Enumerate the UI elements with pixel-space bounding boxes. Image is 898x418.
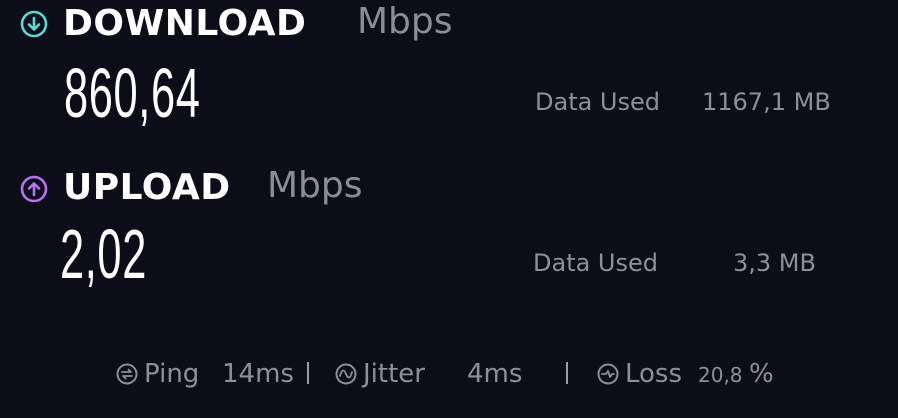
download-arrow-down-circle-icon [20, 10, 48, 38]
download-unit: Mbps [357, 1, 453, 42]
loss-value: 20,8 [698, 363, 743, 387]
separator-jitter-loss [566, 362, 568, 384]
jitter-icon [335, 363, 357, 385]
upload-title: UPLOAD [63, 167, 231, 208]
upload-data-used-value: 3,3 MB [733, 249, 816, 277]
ping-label: Ping [144, 359, 200, 389]
separator-ping-jitter [307, 362, 309, 384]
download-data-used-value: 1167,1 MB [702, 88, 831, 116]
loss-unit: % [749, 359, 774, 389]
ping-stat: Ping [116, 361, 199, 387]
upload-data-used-label: Data Used [533, 249, 659, 277]
download-speed-value: 860,64 [64, 54, 201, 132]
upload-unit: Mbps [267, 165, 363, 206]
download-title: DOWNLOAD [63, 3, 307, 44]
ping-value: 14ms [222, 359, 294, 389]
jitter-stat: Jitter [335, 361, 425, 387]
jitter-value: 4ms [467, 359, 523, 389]
loss-icon [597, 363, 619, 385]
loss-label: Loss [625, 359, 683, 389]
download-data-used-label: Data Used [535, 88, 661, 116]
upload-speed-value: 2,02 [60, 215, 147, 293]
jitter-label: Jitter [363, 359, 425, 389]
ping-icon [116, 363, 138, 385]
loss-stat: Loss [597, 361, 682, 387]
upload-arrow-up-circle-icon [20, 175, 48, 203]
